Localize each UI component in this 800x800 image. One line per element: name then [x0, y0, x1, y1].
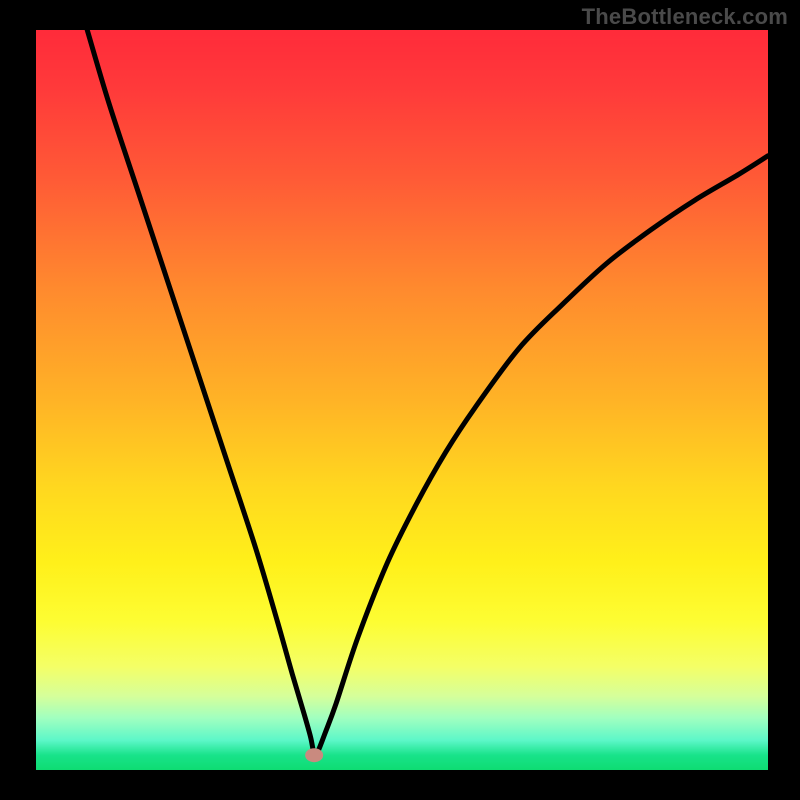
plot-area: [36, 30, 768, 770]
chart-container: TheBottleneck.com: [0, 0, 800, 800]
chart-svg: [36, 30, 768, 770]
bottleneck-curve: [87, 30, 768, 755]
optimum-marker: [305, 748, 323, 762]
attribution-label: TheBottleneck.com: [582, 4, 788, 30]
